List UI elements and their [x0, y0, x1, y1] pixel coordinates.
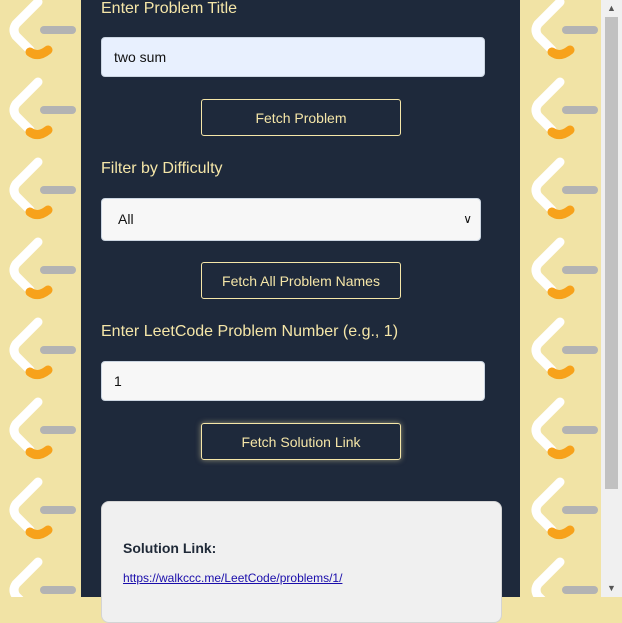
leetcode-logo-icon: [9, 397, 76, 460]
vertical-scrollbar[interactable]: ▲ ▼: [601, 0, 622, 597]
problem-number-label: Enter LeetCode Problem Number (e.g., 1): [101, 323, 399, 340]
leetcode-logo-icon: [9, 237, 76, 300]
leetcode-logo-icon: [531, 317, 598, 380]
difficulty-label: Filter by Difficulty: [101, 160, 223, 177]
leetcode-logo-icon: [531, 77, 598, 140]
leetcode-logo-icon: [9, 477, 76, 540]
leetcode-logo-icon: [531, 557, 598, 597]
difficulty-select[interactable]: All ∨: [101, 198, 481, 241]
problem-number-input[interactable]: 1: [101, 361, 485, 401]
leetcode-logo-icon: [531, 0, 598, 60]
scroll-up-icon[interactable]: ▲: [601, 0, 622, 17]
leetcode-logo-pattern: [9, 0, 76, 597]
leetcode-logo-icon: [9, 77, 76, 140]
chevron-down-icon: ∨: [463, 212, 472, 226]
fetch-problem-button[interactable]: Fetch Problem: [201, 99, 401, 136]
leetcode-logo-icon: [531, 397, 598, 460]
leetcode-logo-icon: [9, 557, 76, 597]
leetcode-logo-pattern: [531, 0, 598, 597]
problem-title-label: Enter Problem Title: [101, 0, 238, 17]
leetcode-logo-icon: [9, 0, 76, 60]
solution-link[interactable]: https://walkccc.me/LeetCode/problems/1/: [123, 571, 342, 585]
scroll-down-icon[interactable]: ▼: [601, 580, 622, 597]
fetch-all-problems-button[interactable]: Fetch All Problem Names: [201, 262, 401, 299]
result-title: Solution Link:: [123, 540, 217, 556]
leetcode-logo-icon: [531, 157, 598, 220]
leetcode-logo-icon: [9, 157, 76, 220]
leetcode-logo-pattern-left: [0, 0, 81, 597]
result-card: Solution Link: https://walkccc.me/LeetCo…: [101, 501, 502, 623]
difficulty-selected-value: All: [118, 211, 134, 227]
leetcode-logo-icon: [531, 237, 598, 300]
fetch-solution-button[interactable]: Fetch Solution Link: [201, 423, 401, 460]
leetcode-logo-pattern-right: [520, 0, 601, 597]
leetcode-logo-icon: [531, 477, 598, 540]
leetcode-logo-icon: [9, 317, 76, 380]
main-panel: Enter Problem Title two sum Fetch Proble…: [81, 0, 520, 623]
scroll-thumb[interactable]: [605, 17, 618, 489]
problem-title-input[interactable]: two sum: [101, 37, 485, 77]
